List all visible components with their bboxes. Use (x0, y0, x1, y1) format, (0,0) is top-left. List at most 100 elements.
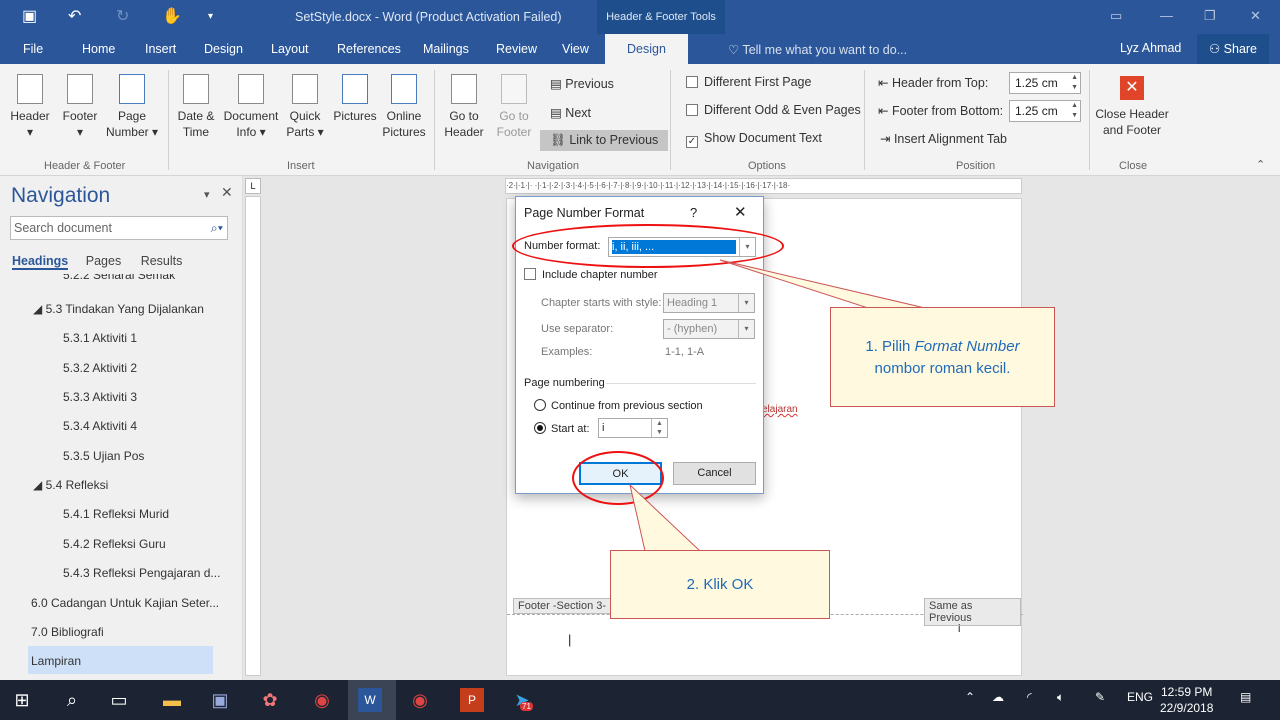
header-button[interactable]: Header ▾ (8, 74, 52, 140)
tab-references[interactable]: References (337, 42, 401, 56)
tab-design[interactable]: Design (204, 42, 243, 56)
online-pictures-button[interactable]: Online Pictures (380, 74, 428, 140)
chrome-icon[interactable]: ◉ (310, 688, 334, 712)
paint-icon[interactable]: ✿ (258, 688, 282, 712)
list-item[interactable]: 5.3.1 Aktiviti 1 (63, 331, 137, 345)
close-pane-icon[interactable]: ✕ (221, 184, 233, 201)
show-document-text-checkbox[interactable]: ✓ Show Document Text (686, 131, 822, 148)
tab-mailings[interactable]: Mailings (423, 42, 469, 56)
list-item[interactable]: 5.3.4 Aktiviti 4 (63, 419, 137, 433)
notifications-icon[interactable]: ▤ (1240, 690, 1251, 704)
save-icon[interactable]: ▣ (22, 6, 37, 26)
list-item[interactable]: 6.0 Cadangan Untuk Kajian Seter... (31, 596, 219, 610)
tab-pages[interactable]: Pages (86, 254, 121, 268)
ribbon-display-options-icon[interactable]: ▭ (1110, 8, 1122, 24)
minimize-button[interactable]: — (1160, 8, 1173, 23)
user-name[interactable]: Lyz Ahmad (1120, 41, 1181, 55)
tab-layout[interactable]: Layout (271, 42, 309, 56)
footer-from-bottom-input[interactable]: 1.25 cm ▲ ▼ (1009, 100, 1081, 122)
close-dialog-icon[interactable]: ✕ (734, 203, 747, 221)
different-odd-even-checkbox[interactable]: Different Odd & Even Pages (686, 103, 861, 117)
tab-view[interactable]: View (562, 42, 589, 56)
search-icon[interactable]: ⌕▾ (211, 217, 223, 239)
include-chapter-checkbox[interactable]: Include chapter number (524, 268, 658, 281)
pane-options-icon[interactable]: ▾ (204, 188, 210, 201)
redo-icon[interactable]: ↻ (116, 6, 129, 26)
collapse-triangle-icon[interactable]: ◢ (33, 478, 46, 492)
start-at-radio[interactable]: Start at: (534, 422, 590, 435)
different-first-page-checkbox[interactable]: Different First Page (686, 75, 811, 89)
chevron-down-icon[interactable]: ▾ (738, 294, 754, 312)
restore-button[interactable]: ❐ (1204, 8, 1216, 24)
footer-button[interactable]: Footer ▾ (58, 74, 102, 140)
task-view-icon[interactable]: ▭ (107, 688, 131, 712)
quick-parts-button[interactable]: Quick Parts ▾ (284, 74, 326, 140)
list-item[interactable]: 5.3.3 Aktiviti 3 (63, 390, 137, 404)
tab-hf-design[interactable]: Design (605, 34, 688, 64)
tell-me-box[interactable]: ♡ Tell me what you want to do... (728, 42, 907, 57)
list-item[interactable]: 5.4.3 Refleksi Pengajaran d... (63, 566, 220, 580)
list-item[interactable]: 5.2.2 Senarai Semak (63, 274, 175, 283)
customize-qat-icon[interactable]: ▾ (208, 11, 213, 22)
store-icon[interactable]: ▣ (208, 688, 232, 712)
tab-results[interactable]: Results (141, 254, 183, 268)
list-item[interactable]: 7.0 Bibliografi (31, 625, 104, 639)
chapter-style-select[interactable]: Heading 1 ▾ (663, 293, 755, 313)
list-item[interactable]: ◢ 5.4 Refleksi (33, 478, 108, 492)
tab-selector[interactable]: L (245, 178, 261, 194)
list-item[interactable]: 5.3.2 Aktiviti 2 (63, 361, 137, 375)
go-to-footer-button[interactable]: Go to Footer (492, 74, 536, 140)
collapse-triangle-icon[interactable]: ◢ (33, 302, 46, 316)
volume-icon[interactable]: 🔈︎ (1057, 690, 1064, 705)
help-button[interactable]: ? (690, 205, 697, 220)
close-window-button[interactable]: ✕ (1250, 8, 1261, 24)
undo-icon[interactable]: ↶ (68, 6, 81, 26)
share-button[interactable]: ⚇ Share (1197, 34, 1269, 64)
separator-select[interactable]: - (hyphen) ▾ (663, 319, 755, 339)
previous-button[interactable]: ▤ Previous (550, 76, 614, 91)
search-icon[interactable]: ⌕ (60, 688, 84, 712)
collapse-ribbon-icon[interactable]: ⌃ (1256, 158, 1265, 171)
windows-start-icon[interactable]: ⊞ (10, 688, 34, 712)
page-number-button[interactable]: Page Number ▾ (104, 74, 160, 140)
header-from-top-input[interactable]: 1.25 cm ▲ ▼ (1009, 72, 1081, 94)
vertical-ruler[interactable] (245, 196, 261, 676)
clock[interactable]: 12:59 PM 22/9/2018 (1160, 684, 1213, 716)
pictures-button[interactable]: Pictures (330, 74, 380, 124)
close-header-footer-button[interactable]: ✕ Close Header and Footer (1094, 76, 1170, 138)
insert-alignment-tab-button[interactable]: ⇥ Insert Alignment Tab (880, 131, 1007, 146)
tab-insert[interactable]: Insert (145, 42, 176, 56)
chevron-up-icon[interactable]: ⌃ (965, 690, 975, 704)
spin-arrows-icon[interactable]: ▲ ▼ (1071, 101, 1078, 121)
document-info-button[interactable]: Document Info ▾ (222, 74, 280, 140)
list-item[interactable]: 5.4.2 Refleksi Guru (63, 537, 166, 551)
start-at-input[interactable]: i ▲ ▼ (598, 418, 668, 438)
list-item[interactable]: 5.4.1 Refleksi Murid (63, 507, 169, 521)
tab-review[interactable]: Review (496, 42, 537, 56)
link-to-previous-button[interactable]: ⛓ Link to Previous (540, 130, 669, 151)
file-explorer-icon[interactable]: ▬ (160, 688, 184, 712)
list-item[interactable]: 5.3.5 Ujian Pos (63, 449, 144, 463)
touch-mode-icon[interactable]: ✋ (162, 6, 182, 26)
language-indicator[interactable]: ENG (1127, 690, 1153, 704)
spin-arrows-icon[interactable]: ▲ ▼ (1071, 73, 1078, 93)
powerpoint-icon[interactable]: P (460, 688, 484, 712)
horizontal-ruler[interactable]: ·2·|·1·|· ·|·1·|·2·|·3·|·4·|·5·|·6·|·7·|… (505, 178, 1022, 194)
page-number-field[interactable]: i (958, 623, 960, 635)
spin-arrows-icon[interactable]: ▲ ▼ (651, 419, 667, 437)
onedrive-icon[interactable]: ☁ (992, 690, 1004, 704)
search-document-input[interactable]: Search document ⌕▾ (10, 216, 228, 240)
wifi-icon[interactable]: ◜ (1027, 690, 1032, 704)
chevron-down-icon[interactable]: ▾ (738, 320, 754, 338)
cancel-button[interactable]: Cancel (673, 462, 756, 485)
list-item[interactable]: Lampiran (31, 654, 81, 668)
next-button[interactable]: ▤ Next (550, 105, 591, 120)
continue-radio[interactable]: Continue from previous section (534, 399, 703, 412)
go-to-header-button[interactable]: Go to Header (442, 74, 486, 140)
chrome-icon-2[interactable]: ◉ (408, 688, 432, 712)
tab-file[interactable]: File (23, 42, 43, 56)
pen-icon[interactable]: ✎ (1095, 690, 1105, 704)
tab-home[interactable]: Home (82, 42, 115, 56)
tab-headings[interactable]: Headings (12, 254, 69, 270)
word-icon[interactable]: W (358, 688, 382, 712)
